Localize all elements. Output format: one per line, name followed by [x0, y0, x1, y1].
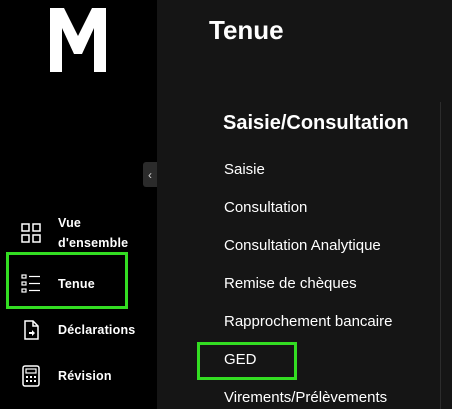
section-title: Saisie/Consultation [223, 112, 409, 134]
sidebar-item-vue-ensemble[interactable]: Vue d'ensemble [20, 213, 138, 253]
sidebar-item-declarations[interactable]: Déclarations [20, 319, 135, 341]
grid-icon [21, 223, 41, 243]
sidebar-item-label: Révision [58, 369, 112, 383]
sidebar-item-revision[interactable]: Révision [20, 365, 112, 387]
sidebar-item-label: Déclarations [58, 323, 136, 337]
calculator-icon [22, 365, 40, 387]
menu-item-consultation[interactable]: Consultation [224, 199, 307, 216]
main-panel: Tenue Saisie/Consultation Saisie Consult… [157, 0, 452, 409]
chevron-left-icon: ‹ [148, 167, 152, 182]
menu-item-consultation-analytique[interactable]: Consultation Analytique [224, 237, 381, 254]
menu-item-rapprochement-bancaire[interactable]: Rapprochement bancaire [224, 313, 392, 330]
tenue-highlight-box [6, 252, 128, 309]
document-icon [24, 320, 39, 340]
collapse-sidebar-button[interactable]: ‹ [143, 162, 157, 187]
menu-item-saisie[interactable]: Saisie [224, 161, 265, 178]
ged-highlight-box [197, 342, 297, 380]
divider [440, 102, 441, 409]
menu-item-virements-prelevements[interactable]: Virements/Prélèvements [224, 389, 387, 406]
menu-item-remise-cheques[interactable]: Remise de chèques [224, 275, 357, 292]
sidebar: ‹ Vue d'ensemble Tenue Déclarations Révi… [0, 0, 157, 409]
page-title: Tenue [209, 15, 284, 45]
app-logo [50, 8, 106, 72]
sidebar-item-label: Vue d'ensemble [58, 216, 129, 250]
